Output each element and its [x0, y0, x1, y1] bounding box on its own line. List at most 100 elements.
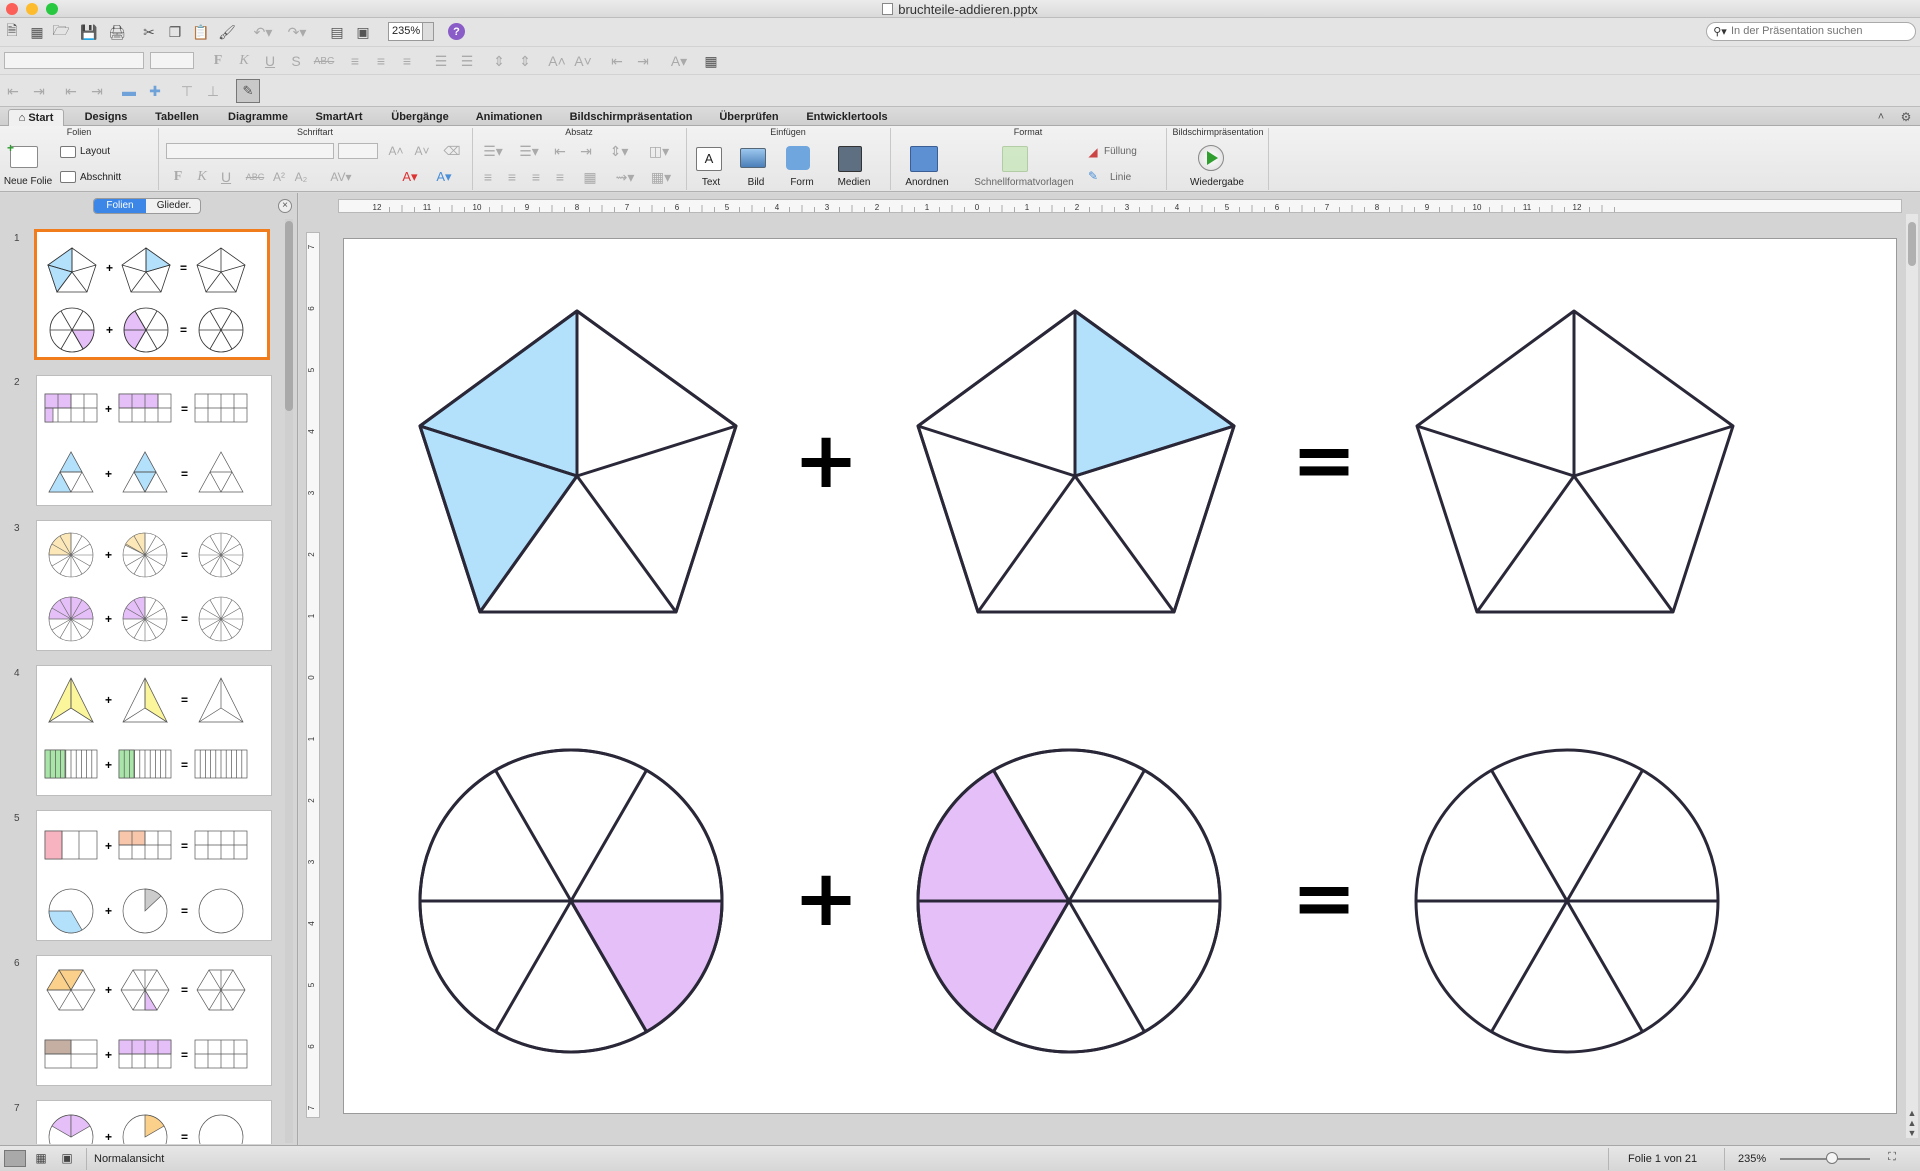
play-icon[interactable] — [1198, 145, 1224, 171]
clear-format-icon[interactable]: ⌫ — [442, 142, 462, 160]
slide-thumbnail-3[interactable]: + = + = — [36, 520, 272, 651]
subscript-icon[interactable]: A₂ — [292, 168, 310, 186]
text-box-icon[interactable]: ▦ — [580, 168, 600, 186]
neue-folie-button[interactable]: Neue Folie — [2, 176, 54, 187]
ribbon-linespacing-icon[interactable]: ⇕▾ — [604, 142, 634, 160]
fuellung-button[interactable]: Füllung — [1104, 146, 1137, 157]
new-document-icon[interactable]: 🗎 — [4, 22, 20, 41]
justify-icon[interactable]: ≡ — [550, 168, 570, 186]
ribbon-font-size-field[interactable] — [338, 143, 378, 159]
tab-smartart[interactable]: SmartArt — [306, 109, 372, 126]
para-spacing-icon[interactable]: ⇕ — [516, 52, 534, 70]
open-folder-icon[interactable]: 🗁 — [52, 22, 70, 41]
ribbon-indent-dec-icon[interactable]: ⇤ — [550, 142, 570, 160]
tab-uebergaenge[interactable]: Übergänge — [382, 109, 458, 126]
font-size-field[interactable] — [150, 52, 194, 69]
font-grow-icon[interactable]: A˄ — [548, 52, 566, 70]
zoom-field[interactable]: 235% — [388, 22, 434, 41]
form-button[interactable]: Form — [782, 177, 822, 188]
tab-glieder[interactable]: Glieder. — [146, 199, 200, 213]
new-from-template-icon[interactable]: ▦ — [28, 23, 46, 41]
thumbnail-scrollbar[interactable] — [285, 219, 293, 1143]
align-right-icon[interactable]: ≡ — [398, 52, 416, 70]
pentagon-addend-1[interactable] — [418, 309, 738, 614]
shadow-icon[interactable]: S — [288, 52, 304, 70]
undo-icon[interactable]: ↶▾ — [250, 23, 276, 41]
slideshow-view-button[interactable]: ▣ — [56, 1150, 78, 1167]
anordnen-button[interactable]: Anordnen — [900, 177, 954, 188]
abschnitt-button[interactable]: Abschnitt — [80, 172, 121, 183]
vertical-ruler[interactable]: 7 6 5 4 3 2 1 0 1 2 3 4 5 6 7 — [306, 232, 320, 1118]
print-icon[interactable]: 🖨 — [108, 23, 126, 41]
font-name-field[interactable] — [4, 52, 144, 69]
text-button[interactable]: Text — [692, 177, 730, 188]
picture-icon[interactable] — [740, 148, 766, 168]
ribbon-strike-icon[interactable]: ABC — [244, 168, 266, 186]
pentagon-result[interactable] — [1415, 309, 1735, 614]
expand-icon[interactable]: ✚ — [146, 82, 164, 100]
italic-icon[interactable]: K — [236, 52, 252, 70]
search-box[interactable]: ⚲▾ — [1706, 22, 1916, 41]
quick-styles-icon[interactable] — [1002, 146, 1028, 172]
scrollbar-thumb[interactable] — [285, 221, 293, 411]
slide-thumbnail-4[interactable]: + = + = — [36, 665, 272, 796]
align-left-icon[interactable]: ≡ — [346, 52, 364, 70]
scrollbar-thumb[interactable] — [1908, 222, 1916, 266]
indent-increase-icon[interactable]: ⇥ — [634, 52, 652, 70]
underline-icon[interactable]: U — [262, 52, 278, 70]
layout-button[interactable]: Layout — [80, 146, 110, 157]
move-up-icon[interactable]: ⇤ — [62, 82, 80, 100]
collapse-ribbon-icon[interactable]: ˄ — [1874, 109, 1888, 125]
search-icon[interactable]: ⚲▾ — [1711, 24, 1729, 39]
search-input[interactable] — [1731, 25, 1911, 37]
text-box-insert-icon[interactable]: A — [696, 147, 722, 171]
ribbon-underline-icon[interactable]: U — [218, 168, 234, 186]
collapse-icon[interactable]: ▬ — [120, 82, 138, 100]
circle-addend-2[interactable] — [916, 748, 1222, 1054]
fill-bucket-icon[interactable]: ◢ — [1084, 144, 1102, 160]
bold-icon[interactable]: F — [210, 52, 226, 70]
tab-diagramme[interactable]: Diagramme — [218, 109, 298, 126]
show-formatting-icon[interactable]: ⊤ — [178, 82, 196, 100]
text-direction-ribbon-icon[interactable]: ⇝▾ — [610, 168, 640, 186]
normal-view-button[interactable] — [4, 1150, 26, 1167]
gear-icon[interactable]: ⚙ — [1896, 109, 1916, 125]
numbering-icon[interactable]: ☰ — [458, 52, 476, 70]
wiedergabe-button[interactable]: Wiedergabe — [1184, 177, 1250, 188]
tab-start[interactable]: ⌂ Start — [8, 109, 64, 126]
line-pen-icon[interactable]: ✎ — [1084, 168, 1102, 184]
ribbon-indent-inc-icon[interactable]: ⇥ — [576, 142, 596, 160]
zoom-slider-track[interactable] — [1780, 1158, 1870, 1160]
pentagon-addend-2[interactable] — [916, 309, 1236, 614]
zoom-slider-handle[interactable] — [1826, 1152, 1838, 1164]
normal-view-icon[interactable]: ▤ — [328, 23, 346, 41]
ribbon-font-shrink-icon[interactable]: A˅ — [410, 142, 434, 160]
tab-folien[interactable]: Folien — [94, 199, 146, 213]
editor-scrollbar[interactable] — [1906, 214, 1918, 1138]
ribbon-align-left-icon[interactable]: ≡ — [478, 168, 498, 186]
ribbon-numbering-icon[interactable]: ☰▾ — [514, 142, 544, 160]
slide-thumbnail-5[interactable]: + = + = — [36, 810, 272, 941]
slideshow-icon[interactable]: ▣ — [354, 23, 372, 41]
format-painter-icon[interactable]: 🖌 — [218, 23, 236, 41]
save-icon[interactable]: 💾 — [80, 23, 98, 41]
toolbox-icon[interactable]: ▦ — [702, 52, 720, 70]
copy-icon[interactable]: ❐ — [166, 23, 184, 41]
page-nav-icon[interactable]: ▲ ▲ ▼ — [1906, 1108, 1918, 1138]
chevron-down-icon[interactable] — [422, 23, 433, 40]
font-shrink-icon[interactable]: A˅ — [574, 52, 592, 70]
slide-thumbnail-6[interactable]: + = + = — [36, 955, 272, 1086]
tab-tabellen[interactable]: Tabellen — [146, 109, 208, 126]
ribbon-font-grow-icon[interactable]: A˄ — [384, 142, 408, 160]
arrange-icon[interactable] — [910, 146, 938, 172]
font-color-icon[interactable]: A▾ — [666, 52, 692, 70]
tab-ueberpruefen[interactable]: Überprüfen — [712, 109, 786, 126]
linie-button[interactable]: Linie — [1110, 172, 1131, 183]
horizontal-ruler[interactable]: 12 11 10 9 8 7 6 5 4 3 2 1 0 1 2 3 4 5 6 7 8 9 10 11 12 — [338, 199, 1902, 213]
text-style-icon[interactable]: ✎ — [236, 79, 260, 103]
char-spacing-icon[interactable]: AV▾ — [326, 168, 356, 186]
indent-decrease-icon[interactable]: ⇤ — [608, 52, 626, 70]
ribbon-font-color-icon[interactable]: A▾ — [398, 168, 422, 186]
bullets-icon[interactable]: ☰ — [432, 52, 450, 70]
tab-animationen[interactable]: Animationen — [468, 109, 550, 126]
